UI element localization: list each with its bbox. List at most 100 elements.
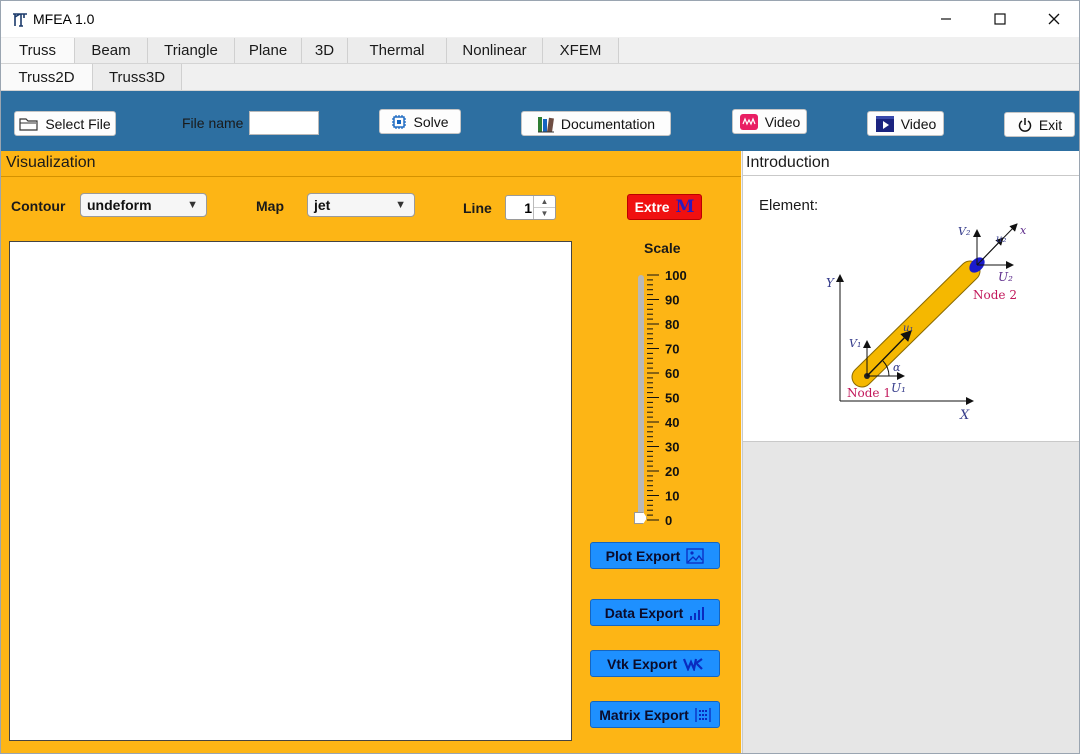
- minimize-button[interactable]: [919, 1, 973, 37]
- tab-xfem[interactable]: XFEM: [543, 38, 619, 63]
- scale-tick-label: 80: [665, 317, 679, 332]
- exit-label: Exit: [1038, 116, 1063, 133]
- scale-tick-label: 40: [665, 415, 679, 430]
- video-audio-icon: [739, 113, 758, 130]
- map-dropdown[interactable]: jet ▼: [307, 193, 415, 217]
- scale-label: Scale: [644, 240, 681, 256]
- visualization-title: Visualization: [6, 154, 96, 171]
- toolbar: Select File File name Solve Documentatio…: [1, 91, 1079, 151]
- data-export-label: Data Export: [604, 604, 684, 621]
- U1-label: U₁: [891, 381, 906, 395]
- v1-label: V₁: [849, 337, 861, 350]
- scale-tick-label: 50: [665, 391, 679, 406]
- sub-tab-bar: Truss2D Truss3D: [1, 64, 1079, 91]
- select-file-label: Select File: [45, 115, 111, 132]
- vk-icon: [683, 657, 703, 671]
- close-button[interactable]: [1027, 1, 1079, 37]
- info-panel: [742, 441, 1079, 753]
- exit-button[interactable]: Exit: [1004, 112, 1075, 137]
- tab-triangle[interactable]: Triangle: [148, 38, 235, 63]
- tab-plane[interactable]: Plane: [235, 38, 302, 63]
- image-icon: [686, 547, 704, 564]
- contour-dropdown[interactable]: undeform ▼: [80, 193, 207, 217]
- matrix-export-label: Matrix Export: [599, 706, 689, 723]
- contour-label: Contour: [11, 198, 66, 214]
- scale-slider-thumb[interactable]: [634, 512, 647, 524]
- map-value: jet: [314, 197, 331, 213]
- scale-tick-label: 0: [665, 513, 672, 528]
- video-button-1[interactable]: Video: [732, 109, 807, 134]
- plot-export-button[interactable]: Plot Export: [590, 542, 720, 569]
- matrix-export-button[interactable]: Matrix Export: [590, 701, 720, 728]
- scale-tick-label: 60: [665, 366, 679, 381]
- scale-ticks: 1009080706050403020100: [647, 269, 687, 528]
- video-label-2: Video: [900, 115, 937, 132]
- library-icon: [537, 116, 554, 132]
- solve-button[interactable]: Solve: [379, 109, 461, 134]
- extreme-label: Extre: [634, 199, 670, 215]
- line-width-value: 1: [524, 200, 532, 216]
- video-label-1: Video: [764, 113, 801, 130]
- chevron-down-icon: ▼: [395, 199, 406, 211]
- tab-beam[interactable]: Beam: [75, 38, 148, 63]
- visualization-divider: [1, 176, 741, 177]
- extreme-button[interactable]: Extre M: [627, 194, 702, 220]
- node-1-label: Node 1: [847, 386, 891, 400]
- scale-slider-track[interactable]: [638, 275, 644, 519]
- introduction-title-bar: Introduction: [743, 151, 1079, 176]
- maximize-button[interactable]: [973, 1, 1027, 37]
- scale-tick-label: 20: [665, 464, 679, 479]
- u2-local-label: u₂: [996, 234, 1006, 245]
- v2-label: V₂: [958, 225, 970, 238]
- spinner-up-icon[interactable]: ▲: [534, 196, 555, 208]
- introduction-title: Introduction: [746, 154, 830, 171]
- vtk-export-button[interactable]: Vtk Export: [590, 650, 720, 677]
- contour-value: undeform: [87, 197, 152, 213]
- local-x-label: x: [1020, 224, 1027, 237]
- spinner-buttons: ▲ ▼: [533, 196, 555, 219]
- U2-label: U₂: [998, 270, 1013, 284]
- global-x-label: X: [959, 408, 970, 423]
- tab-nonlinear[interactable]: Nonlinear: [447, 38, 543, 63]
- line-width-spinner[interactable]: 1 ▲ ▼: [505, 195, 556, 220]
- main-tab-bar: Truss Beam Triangle Plane 3D Thermal Non…: [1, 38, 1079, 64]
- global-y-label: Y: [826, 276, 835, 290]
- documentation-button[interactable]: Documentation: [521, 111, 671, 136]
- map-label: Map: [256, 198, 284, 214]
- bar-chart-icon: [690, 606, 705, 620]
- file-name-input[interactable]: [249, 111, 319, 135]
- scale-tick-label: 70: [665, 342, 679, 357]
- data-export-button[interactable]: Data Export: [590, 599, 720, 626]
- element-label: Element:: [759, 197, 819, 214]
- tab-truss2d[interactable]: Truss2D: [1, 64, 93, 90]
- documentation-label: Documentation: [560, 115, 656, 132]
- visualization-panel: Visualization Contour undeform ▼ Map jet…: [1, 151, 741, 753]
- scale-tick-label: 90: [665, 293, 679, 308]
- select-file-button[interactable]: Select File: [14, 111, 116, 136]
- introduction-panel: Introduction Element: X Y x V₂ u₂ U₂ Nod…: [742, 151, 1079, 441]
- file-name-label: File name: [182, 115, 244, 131]
- bar-element: [852, 261, 980, 387]
- tab-thermal[interactable]: Thermal: [348, 38, 447, 63]
- app-window: MFEA 1.0 Truss Beam Triangle Plane 3D Th…: [0, 0, 1080, 754]
- scale-tick-label: 100: [665, 269, 687, 283]
- tab-truss3d[interactable]: Truss3D: [93, 64, 182, 90]
- extreme-symbol: M: [675, 197, 695, 217]
- plot-axes[interactable]: [9, 241, 572, 741]
- tab-3d[interactable]: 3D: [302, 38, 348, 63]
- alpha-label: α: [893, 361, 901, 374]
- app-icon: [13, 13, 27, 27]
- plot-export-label: Plot Export: [605, 547, 681, 564]
- title-bar: MFEA 1.0: [1, 1, 1079, 37]
- video-button-2[interactable]: Video: [867, 111, 944, 136]
- cpu-icon: [392, 114, 407, 129]
- chevron-down-icon: ▼: [187, 199, 198, 211]
- tab-truss[interactable]: Truss: [1, 38, 75, 63]
- line-label: Line: [463, 200, 492, 216]
- power-icon: [1018, 117, 1032, 132]
- spinner-down-icon[interactable]: ▼: [534, 208, 555, 220]
- maximize-icon: [994, 13, 1006, 25]
- vtk-export-label: Vtk Export: [606, 655, 677, 672]
- video-play-icon: [875, 115, 894, 132]
- matrix-icon: [695, 707, 711, 722]
